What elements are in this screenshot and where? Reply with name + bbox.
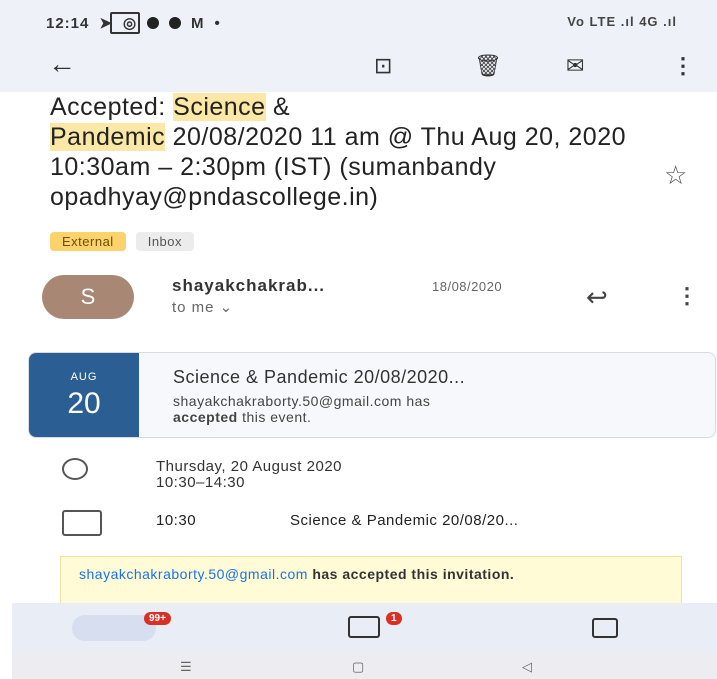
event-attendee: shayakchakraborty.50@gmail.com has bbox=[173, 393, 431, 409]
app-icon-2 bbox=[169, 17, 182, 29]
event-title: Science & Pandemic 20/08/2020... bbox=[173, 367, 466, 387]
event-day: 20 bbox=[67, 387, 101, 420]
archive-icon[interactable]: ⊡ bbox=[374, 53, 392, 79]
back-icon[interactable]: ◁ bbox=[522, 659, 532, 675]
event-card[interactable]: AUG 20 Science & Pandemic 20/08/2020... … bbox=[28, 352, 716, 438]
email-subject: Accepted: Science & Pandemic 20/08/2020 … bbox=[50, 92, 650, 212]
home-icon[interactable]: ▢ bbox=[352, 659, 364, 675]
chat-badge: 1 bbox=[386, 612, 402, 625]
status-time: 12:14 bbox=[46, 14, 90, 32]
label-inbox[interactable]: Inbox bbox=[135, 232, 195, 251]
trash-icon[interactable]: 🗑 bbox=[474, 53, 502, 79]
label-external[interactable]: External bbox=[50, 232, 126, 251]
event-month: AUG bbox=[70, 371, 98, 383]
recipient-toggle[interactable]: to me ⌄ bbox=[172, 298, 233, 316]
event-status-rest: this event. bbox=[237, 409, 312, 425]
screen: 12:14 ➤ ◎ M • Vo LTE .ıl 4G .ıl ← ⊡ 🗑 ✉ … bbox=[0, 0, 717, 679]
event-date: Thursday, 20 August 2020 bbox=[156, 458, 343, 475]
invite-text: has accepted this invitation. bbox=[307, 566, 515, 582]
reply-icon[interactable]: ↩ bbox=[586, 282, 608, 313]
agenda-title[interactable]: Science & Pandemic 20/08/20... bbox=[290, 512, 518, 529]
star-icon[interactable]: ☆ bbox=[664, 160, 687, 191]
calendar-icon bbox=[62, 510, 102, 536]
menu-icon[interactable]: ☰ bbox=[180, 659, 192, 675]
clock-icon bbox=[62, 458, 88, 480]
mail-tab-icon[interactable] bbox=[110, 12, 140, 34]
subject-highlight-2: Pandemic bbox=[50, 123, 166, 151]
message-date: 18/08/2020 bbox=[432, 279, 503, 294]
avatar[interactable]: S bbox=[42, 275, 134, 319]
event-time-range: 10:30–14:30 bbox=[156, 474, 245, 491]
invite-email-link[interactable]: shayakchakraborty.50@gmail.com bbox=[79, 566, 308, 582]
status-right: Vo LTE .ıl 4G .ıl bbox=[567, 14, 677, 29]
event-status-bold: accepted bbox=[173, 409, 238, 425]
chat-tab-icon[interactable] bbox=[348, 616, 380, 638]
invitation-notice: shayakchakraborty.50@gmail.com has accep… bbox=[60, 556, 682, 604]
label-chips: External Inbox bbox=[50, 232, 195, 251]
subject-prefix: Accepted: bbox=[50, 93, 174, 121]
gmail-icon: M bbox=[191, 14, 205, 32]
mail-icon[interactable]: ✉ bbox=[566, 53, 584, 79]
calendar-date-block: AUG 20 bbox=[29, 353, 139, 437]
event-status: accepted this event. bbox=[173, 409, 311, 425]
back-arrow-icon[interactable]: ← bbox=[48, 48, 76, 80]
subject-highlight-1: Science bbox=[173, 93, 266, 121]
sender-name: shayakchakrab... bbox=[172, 276, 326, 295]
message-more-icon[interactable]: ⋮ bbox=[676, 283, 698, 309]
more-vert-icon[interactable]: ⋮ bbox=[672, 53, 694, 79]
mail-badge: 99+ bbox=[144, 612, 171, 625]
subject-mid: & bbox=[265, 93, 291, 121]
system-nav-bar: ☰ ▢ ◁ bbox=[12, 653, 717, 679]
dot-icon: • bbox=[214, 14, 221, 32]
app-icon bbox=[147, 17, 160, 29]
agenda-time: 10:30 bbox=[156, 512, 197, 529]
meet-tab-icon[interactable] bbox=[592, 618, 618, 638]
